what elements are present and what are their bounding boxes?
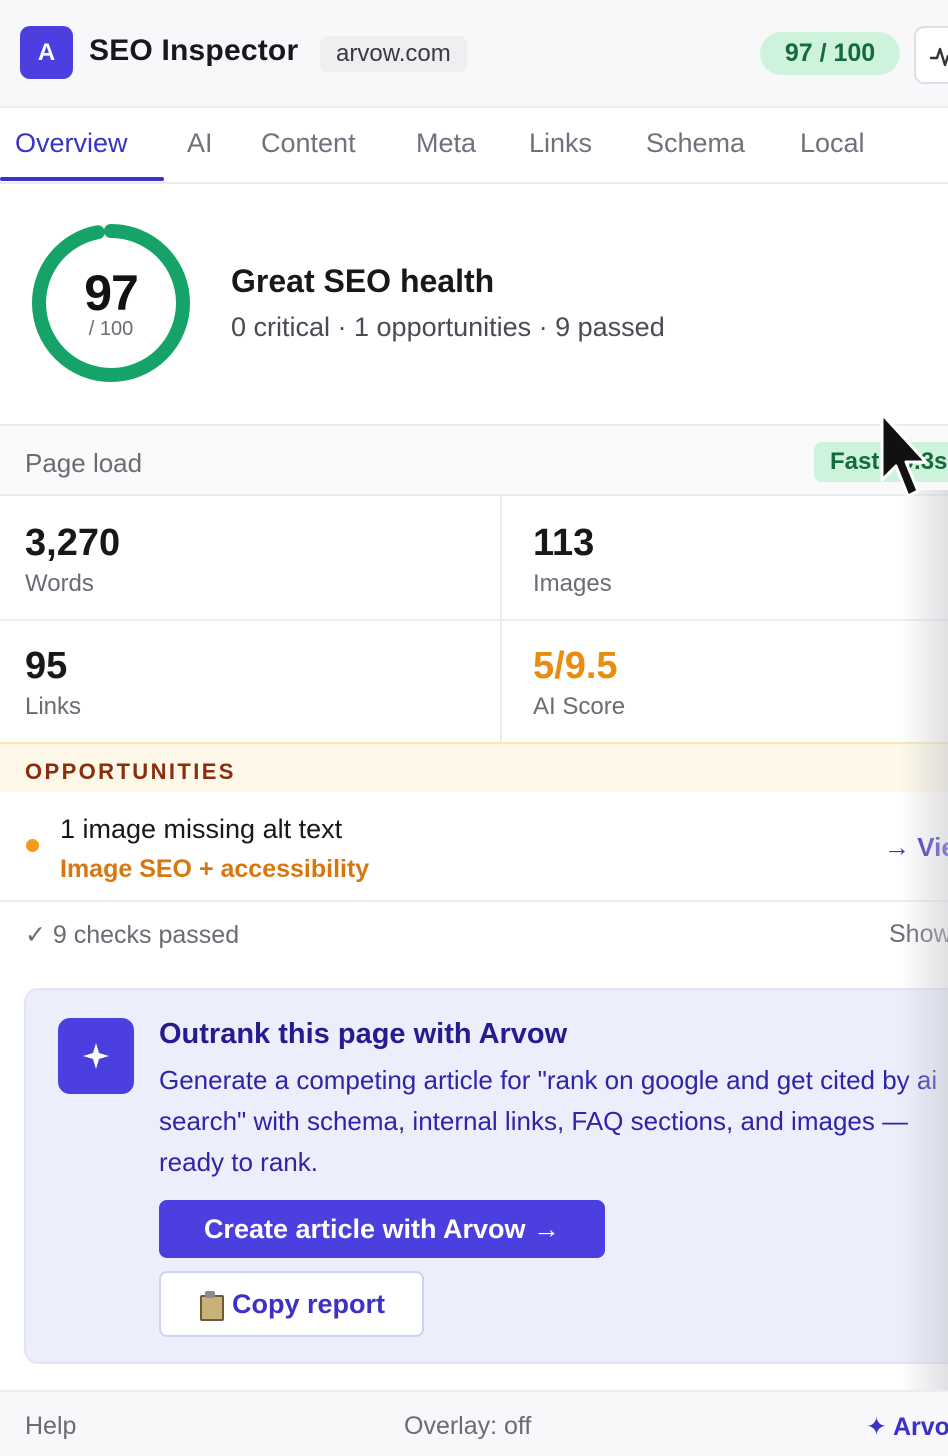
- stat-value: 113: [533, 522, 595, 564]
- active-tab-indicator: [0, 177, 164, 181]
- tab-ai[interactable]: AI: [187, 128, 213, 159]
- stat-label: Links: [25, 693, 82, 720]
- score-max: / 100: [88, 318, 134, 340]
- stat-value: 5/9.5: [533, 645, 618, 687]
- app-logo: A: [20, 26, 73, 79]
- overlay-toggle[interactable]: Overlay: off: [404, 1412, 531, 1441]
- arvow-brand-link[interactable]: ✦ Arvow: [866, 1412, 948, 1442]
- activity-icon: [930, 47, 948, 67]
- opportunity-item[interactable]: 1 image missing alt text Image SEO + acc…: [0, 792, 948, 902]
- grid-divider: [0, 619, 948, 621]
- score-value: 97: [84, 265, 139, 321]
- help-link[interactable]: Help: [25, 1412, 76, 1441]
- cta-description: Generate a competing article for "rank o…: [159, 1065, 938, 1177]
- opportunities-heading: OPPORTUNITIES: [25, 759, 236, 784]
- stat-images: 113 Images: [508, 496, 948, 620]
- cta-title: Outrank this page with Arvow: [159, 1018, 568, 1050]
- copy-report-button[interactable]: Copy report: [159, 1271, 424, 1337]
- copy-report-label: Copy report: [231, 1288, 385, 1319]
- sparkle-icon: [58, 1018, 134, 1094]
- tab-local[interactable]: Local: [800, 128, 865, 159]
- show-checks-toggle[interactable]: Show: [889, 920, 948, 949]
- page-load-label: Page load: [25, 448, 143, 478]
- checks-passed-text: ✓ 9 checks passed: [25, 921, 240, 949]
- footer: Help Overlay: off ✦ Arvow: [0, 1390, 948, 1456]
- tab-bar: Overview AI Content Meta Links Schema Lo…: [0, 108, 948, 184]
- opportunity-title: 1 image missing alt text: [60, 814, 343, 844]
- create-article-button[interactable]: Create article with Arvow →: [159, 1200, 605, 1258]
- arvow-cta-card: Outrank this page with Arvow Generate a …: [24, 988, 948, 1364]
- tab-links[interactable]: Links: [529, 128, 592, 159]
- stat-value: 3,270: [25, 522, 121, 564]
- checks-passed-row: ✓ 9 checks passed Show: [0, 904, 948, 966]
- stat-label: Words: [25, 570, 94, 597]
- stat-links: 95 Links: [0, 619, 474, 743]
- opportunities-header: OPPORTUNITIES: [0, 742, 948, 792]
- tab-schema[interactable]: Schema: [646, 128, 745, 159]
- tab-content[interactable]: Content: [261, 128, 356, 159]
- stat-label: Images: [533, 570, 612, 597]
- stat-value: 95: [25, 645, 68, 687]
- tab-overview[interactable]: Overview: [15, 128, 128, 159]
- app-header: A SEO Inspector arvow.com 97 / 100: [0, 0, 948, 108]
- tab-meta[interactable]: Meta: [416, 128, 476, 159]
- warning-dot-icon: [26, 839, 39, 852]
- app-title: SEO Inspector: [89, 34, 299, 67]
- activity-button[interactable]: [914, 26, 948, 84]
- clipboard-icon: [198, 1291, 224, 1321]
- stat-label: AI Score: [533, 693, 626, 720]
- score-badge: 97 / 100: [760, 32, 900, 75]
- page-load-row: Page load Fast · 0.3s: [0, 424, 948, 496]
- stat-ai-score: 5/9.5 AI Score: [508, 619, 948, 743]
- view-opportunity-link[interactable]: → View: [884, 832, 948, 863]
- opportunity-category: Image SEO + accessibility: [60, 855, 370, 883]
- health-headline: Great SEO health: [231, 263, 495, 299]
- stat-words: 3,270 Words: [0, 496, 474, 620]
- health-summary: 0 critical · 1 opportunities · 9 passed: [231, 312, 665, 342]
- domain-badge: arvow.com: [320, 36, 467, 72]
- mouse-cursor-icon: [880, 412, 928, 498]
